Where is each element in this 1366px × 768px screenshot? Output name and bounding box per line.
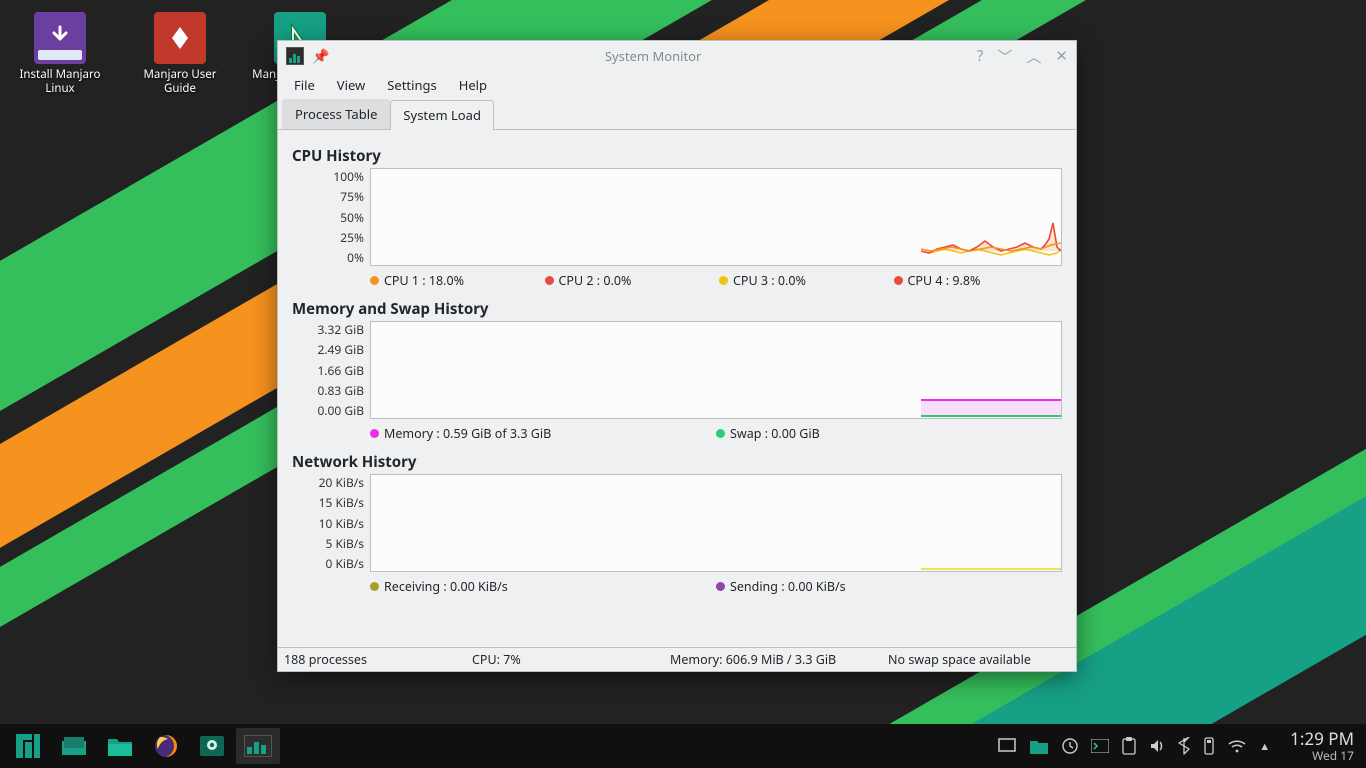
- tab-system-load[interactable]: System Load: [390, 100, 494, 130]
- ytick: 3.32 GiB: [292, 321, 364, 338]
- desktop-icon: [61, 736, 87, 756]
- system-tray: ▲: [998, 737, 1280, 755]
- bluetooth-tray-icon[interactable]: [1178, 737, 1190, 755]
- memory-history-chart: 3.32 GiB 2.49 GiB 1.66 GiB 0.83 GiB 0.00…: [292, 321, 1062, 419]
- tab-process-table[interactable]: Process Table: [282, 99, 390, 129]
- desktop-icon-label: Install Manjaro Linux: [10, 68, 110, 97]
- system-monitor-window: 📌 System Monitor ? ﹀ ︿ ✕ File View Setti…: [277, 40, 1077, 672]
- ytick: 75%: [292, 188, 364, 205]
- system-load-panel: CPU History 100% 75% 50% 25% 0% CPU 1 : …: [278, 130, 1076, 647]
- taskbar-settings[interactable]: [190, 728, 234, 764]
- clock-time: 1:29 PM: [1290, 730, 1354, 749]
- network-history-title: Network History: [292, 452, 1062, 472]
- dot-icon: [716, 582, 725, 591]
- ytick: 5 KiB/s: [292, 535, 364, 552]
- statusbar: 188 processes CPU: 7% Memory: 606.9 MiB …: [278, 647, 1076, 671]
- memory-legend: Memory : 0.59 GiB of 3.3 GiB Swap : 0.00…: [370, 425, 1062, 442]
- firefox-icon: [153, 733, 179, 759]
- legend-label: CPU 2 : 0.0%: [559, 272, 632, 289]
- dot-icon: [370, 429, 379, 438]
- settings-icon: [199, 735, 225, 757]
- show-desktop[interactable]: [52, 728, 96, 764]
- status-cpu: CPU: 7%: [472, 651, 652, 668]
- app-icon: [286, 47, 304, 65]
- ytick: 50%: [292, 209, 364, 226]
- dot-icon: [370, 276, 379, 285]
- dot-icon: [719, 276, 728, 285]
- cpu-legend: CPU 1 : 18.0% CPU 2 : 0.0% CPU 3 : 0.0% …: [370, 272, 1062, 289]
- pdf-icon: [154, 12, 206, 64]
- legend-label: Receiving : 0.00 KiB/s: [384, 578, 508, 595]
- status-swap: No swap space available: [888, 651, 1070, 668]
- desktop-icon-label: Manjaro User Guide: [130, 68, 230, 97]
- monitor-icon: [244, 735, 272, 757]
- taskbar: ▲ 1:29 PM Wed 17: [0, 724, 1366, 768]
- legend-label: CPU 3 : 0.0%: [733, 272, 806, 289]
- usb-tray-icon[interactable]: [1203, 737, 1215, 755]
- cpu-history-chart: 100% 75% 50% 25% 0%: [292, 168, 1062, 266]
- ytick: 0 KiB/s: [292, 555, 364, 572]
- terminal-tray-icon[interactable]: [1091, 739, 1109, 753]
- dot-icon: [894, 276, 903, 285]
- ytick: 100%: [292, 168, 364, 185]
- app-launcher[interactable]: [6, 728, 50, 764]
- taskbar-firefox[interactable]: [144, 728, 188, 764]
- legend-label: Sending : 0.00 KiB/s: [730, 578, 846, 595]
- ytick: 0%: [292, 249, 364, 266]
- volume-tray-icon[interactable]: [1149, 738, 1165, 754]
- status-memory: Memory: 606.9 MiB / 3.3 GiB: [670, 651, 870, 668]
- desktop-icon-user-guide[interactable]: Manjaro User Guide: [130, 12, 230, 97]
- window-title: System Monitor: [329, 47, 976, 65]
- folder-tray-icon[interactable]: [1029, 737, 1049, 755]
- dot-icon: [545, 276, 554, 285]
- menu-help[interactable]: Help: [449, 72, 497, 98]
- legend-label: CPU 1 : 18.0%: [384, 272, 464, 289]
- ytick: 20 KiB/s: [292, 474, 364, 491]
- cpu-history-title: CPU History: [292, 146, 1062, 166]
- manjaro-logo-icon: [15, 733, 41, 759]
- ytick: 2.49 GiB: [292, 341, 364, 358]
- installer-icon: [34, 12, 86, 64]
- tabs: Process Table System Load: [278, 99, 1076, 130]
- help-icon[interactable]: ?: [977, 46, 984, 67]
- menubar: File View Settings Help: [278, 71, 1076, 99]
- legend-label: Swap : 0.00 GiB: [730, 425, 820, 442]
- close-icon[interactable]: ✕: [1055, 46, 1068, 67]
- ytick: 0.83 GiB: [292, 382, 364, 399]
- ytick: 10 KiB/s: [292, 515, 364, 532]
- display-tray-icon[interactable]: [998, 737, 1016, 755]
- update-tray-icon[interactable]: [1062, 738, 1078, 754]
- clock-date: Wed 17: [1290, 749, 1354, 762]
- titlebar[interactable]: 📌 System Monitor ? ﹀ ︿ ✕: [278, 41, 1076, 71]
- menu-file[interactable]: File: [284, 72, 325, 98]
- wifi-tray-icon[interactable]: [1228, 739, 1246, 753]
- minimize-icon[interactable]: ﹀: [997, 46, 1012, 67]
- menu-settings[interactable]: Settings: [377, 72, 446, 98]
- status-processes: 188 processes: [284, 651, 454, 668]
- clipboard-tray-icon[interactable]: [1122, 737, 1136, 755]
- taskbar-system-monitor[interactable]: [236, 728, 280, 764]
- dot-icon: [716, 429, 725, 438]
- taskbar-file-manager[interactable]: [98, 728, 142, 764]
- network-history-chart: 20 KiB/s 15 KiB/s 10 KiB/s 5 KiB/s 0 KiB…: [292, 474, 1062, 572]
- network-legend: Receiving : 0.00 KiB/s Sending : 0.00 Ki…: [370, 578, 1062, 595]
- memory-history-title: Memory and Swap History: [292, 299, 1062, 319]
- maximize-icon[interactable]: ︿: [1026, 46, 1041, 67]
- legend-label: Memory : 0.59 GiB of 3.3 GiB: [384, 425, 551, 442]
- ytick: 0.00 GiB: [292, 402, 364, 419]
- tray-expand-icon[interactable]: ▲: [1259, 739, 1270, 754]
- desktop-icon-install-manjaro[interactable]: Install Manjaro Linux: [10, 12, 110, 97]
- menu-view[interactable]: View: [327, 72, 375, 98]
- legend-label: CPU 4 : 9.8%: [908, 272, 981, 289]
- pin-icon[interactable]: 📌: [312, 47, 329, 66]
- ytick: 1.66 GiB: [292, 362, 364, 379]
- ytick: 25%: [292, 229, 364, 246]
- folder-icon: [107, 735, 133, 757]
- taskbar-clock[interactable]: 1:29 PM Wed 17: [1280, 730, 1360, 762]
- dot-icon: [370, 582, 379, 591]
- ytick: 15 KiB/s: [292, 494, 364, 511]
